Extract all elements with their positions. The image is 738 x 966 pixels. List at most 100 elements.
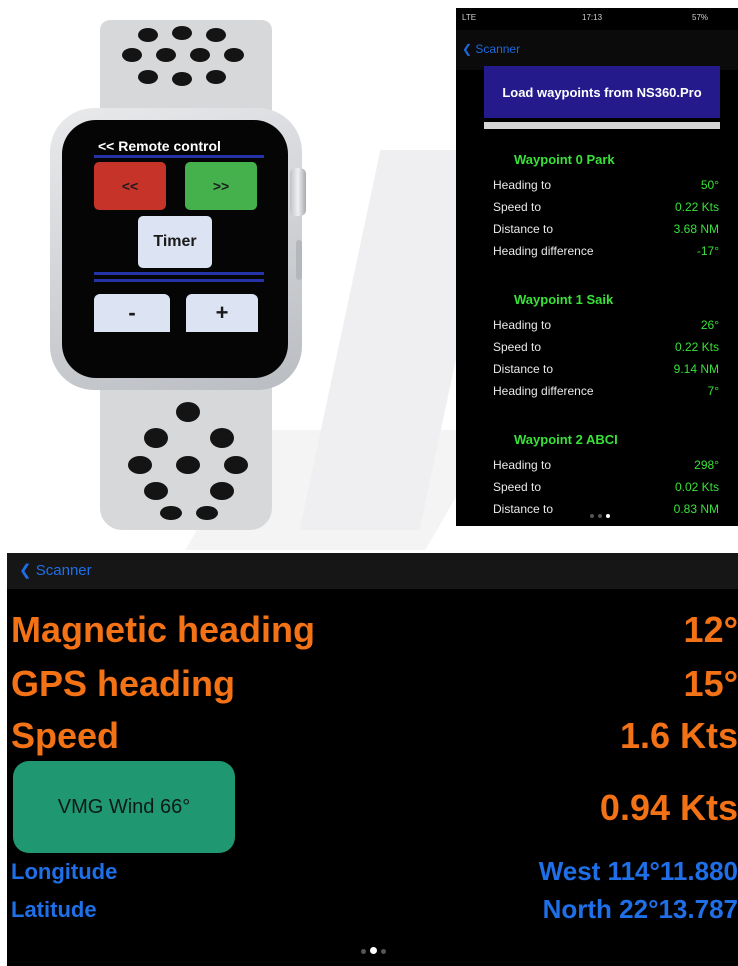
- row-label: Distance to: [493, 502, 554, 516]
- band-hole: [224, 48, 244, 62]
- latitude-label: Latitude: [11, 897, 97, 922]
- row-label: Heading to: [493, 318, 552, 332]
- waypoint-row: Heading difference 7°: [493, 384, 719, 402]
- remote-control-title[interactable]: << Remote control: [98, 138, 221, 154]
- apple-watch: << Remote control << >> Timer - +: [40, 20, 330, 530]
- progress-bar: [484, 122, 720, 129]
- band-hole: [144, 428, 168, 448]
- status-bar: LTE 17:13 57%: [456, 8, 738, 30]
- longitude-label: Longitude: [11, 859, 118, 884]
- page-dot[interactable]: [381, 949, 386, 954]
- waypoint-row: Heading to 50°: [493, 178, 719, 196]
- chevron-left-icon: ❮: [19, 562, 32, 579]
- waypoint-row: Heading to 298°: [493, 458, 719, 476]
- page-dot[interactable]: [361, 949, 366, 954]
- band-hole: [196, 506, 218, 520]
- band-hole: [190, 48, 210, 62]
- page-indicator[interactable]: [359, 941, 388, 959]
- battery-indicator: 57%: [692, 13, 709, 22]
- previous-button[interactable]: <<: [94, 162, 166, 210]
- minus-button[interactable]: -: [94, 294, 170, 332]
- band-hole: [176, 456, 200, 474]
- band-hole: [160, 506, 182, 520]
- band-hole: [144, 482, 168, 500]
- waypoint-title: Waypoint 1 Saik: [514, 292, 614, 307]
- waypoint-row: Distance to 9.14 NM: [493, 362, 719, 380]
- page-dot[interactable]: [598, 514, 602, 518]
- band-hole: [206, 70, 226, 84]
- band-hole: [128, 456, 152, 474]
- title-divider: [94, 155, 264, 158]
- waypoint-title: Waypoint 0 Park: [514, 152, 615, 167]
- row-value: 0.22 Kts: [674, 200, 719, 214]
- band-hole: [224, 456, 248, 474]
- back-button[interactable]: ❮ Scanner: [19, 561, 92, 579]
- band-hole: [156, 48, 176, 62]
- row-label: Distance to: [493, 362, 554, 376]
- chevron-left-icon: ❮: [462, 42, 473, 56]
- plus-button[interactable]: +: [186, 294, 258, 332]
- side-button[interactable]: [296, 240, 302, 280]
- page-dot-active[interactable]: [370, 947, 377, 954]
- band-hole: [138, 28, 158, 42]
- row-value: 0.02 Kts: [674, 480, 719, 494]
- nav-bar: [7, 553, 738, 589]
- back-label: Scanner: [35, 562, 92, 579]
- page-dot-active[interactable]: [606, 514, 610, 518]
- navigation-dashboard: ❮ Scanner Magnetic heading 12° GPS headi…: [7, 553, 738, 966]
- row-value: 0.22 Kts: [674, 340, 719, 354]
- waypoint-row: Heading difference -17°: [493, 244, 719, 262]
- row-label: Heading to: [493, 178, 552, 192]
- longitude-value: West 114°11.880: [538, 856, 738, 886]
- back-label: Scanner: [475, 42, 521, 56]
- row-label: Speed to: [493, 200, 542, 214]
- band-hole: [206, 28, 226, 42]
- row-value: 26°: [700, 318, 719, 332]
- load-waypoints-button[interactable]: Load waypoints from NS360.Pro: [484, 66, 720, 118]
- back-button[interactable]: ❮ Scanner: [462, 42, 520, 56]
- magnetic-heading-label: Magnetic heading: [11, 609, 316, 650]
- band-hole: [172, 72, 192, 86]
- row-label: Heading difference: [493, 384, 594, 398]
- divider: [94, 272, 264, 275]
- band-hole: [172, 26, 192, 40]
- band-hole: [210, 482, 234, 500]
- vmg-wind-button[interactable]: VMG Wind 66°: [13, 761, 235, 853]
- waypoint-row: Speed to 0.22 Kts: [493, 340, 719, 358]
- speed-label: Speed: [11, 715, 120, 756]
- waypoint-row: Heading to 26°: [493, 318, 719, 336]
- row-value: 9.14 NM: [673, 362, 719, 376]
- row-value: 298°: [694, 458, 719, 472]
- band-hole: [210, 428, 234, 448]
- row-label: Heading to: [493, 458, 552, 472]
- watch-band-bottom: [100, 380, 272, 530]
- row-value: -17°: [696, 244, 719, 258]
- digital-crown[interactable]: [290, 168, 306, 216]
- speed-value: 1.6 Kts: [619, 715, 738, 756]
- band-hole: [138, 70, 158, 84]
- row-label: Heading difference: [493, 244, 594, 258]
- page-dot[interactable]: [590, 514, 594, 518]
- signal-indicator: LTE: [462, 13, 477, 22]
- latitude-value: North 22°13.787: [542, 894, 738, 924]
- row-label: Speed to: [493, 340, 542, 354]
- gps-heading-label: GPS heading: [11, 663, 236, 704]
- row-label: Distance to: [493, 222, 554, 236]
- status-time: 17:13: [582, 13, 603, 22]
- row-value: 7°: [707, 384, 719, 398]
- row-value: 50°: [700, 178, 719, 192]
- row-value: 3.68 NM: [673, 222, 719, 236]
- waypoint-title: Waypoint 2 ABCI: [514, 432, 618, 447]
- waypoints-phone-screen: LTE 17:13 57% ❮ Scanner Load waypoints f…: [456, 8, 738, 526]
- timer-button[interactable]: Timer: [138, 216, 212, 268]
- waypoint-row: Speed to 0.02 Kts: [493, 480, 719, 498]
- page-indicator[interactable]: [588, 505, 612, 523]
- waypoint-row: Distance to 3.68 NM: [493, 222, 719, 240]
- band-hole: [122, 48, 142, 62]
- row-value: 0.83 NM: [673, 502, 719, 516]
- vmg-wind-label: VMG Wind 66°: [57, 795, 191, 818]
- band-hole: [176, 402, 200, 422]
- next-button[interactable]: >>: [185, 162, 257, 210]
- divider: [94, 279, 264, 282]
- vmg-value: 0.94 Kts: [599, 787, 738, 828]
